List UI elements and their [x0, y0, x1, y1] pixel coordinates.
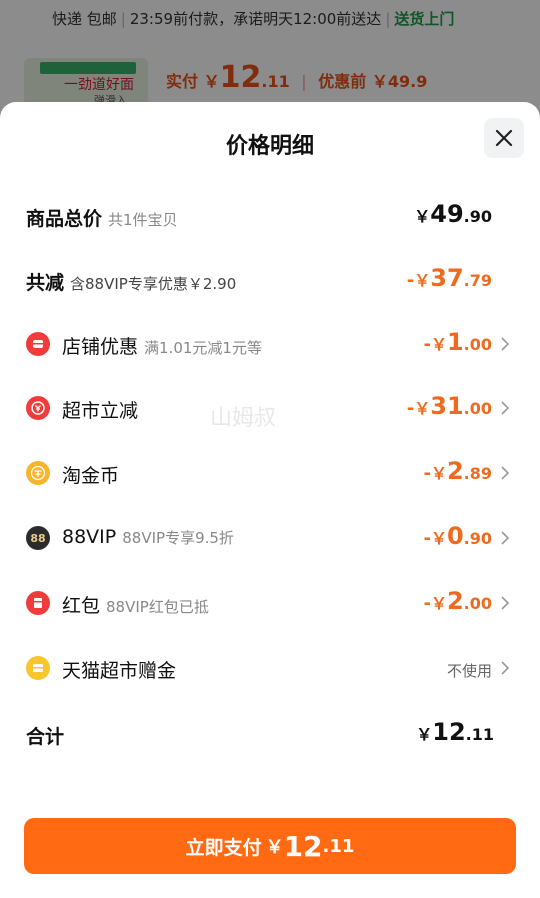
row-shop-discount[interactable]: 店铺优惠 满1.01元减1元等 -￥1.00: [0, 324, 540, 364]
vip-label: 88VIP 88VIP专享9.5折: [62, 526, 234, 548]
vip-sub: 88VIP专享9.5折: [122, 529, 234, 547]
row-88vip[interactable]: 88 88VIP 88VIP专享9.5折 -￥0.90: [0, 518, 540, 558]
row-red-packet[interactable]: 红包 88VIP红包已抵 -￥2.00: [0, 583, 540, 623]
minus: -: [423, 593, 431, 614]
taojin-label: 淘金币: [62, 465, 120, 487]
redpacket-label: 红包 88VIP红包已抵: [62, 591, 209, 618]
label-text: 红包: [62, 595, 101, 617]
amount-int: 12: [432, 718, 466, 746]
row-taojin-coins[interactable]: 淘金币 -￥2.89: [0, 453, 540, 493]
sum-amount: ￥12.11: [416, 718, 494, 746]
currency: ￥: [414, 207, 431, 226]
price-detail-sheet: 价格明细 山姆叔 商品总价 共1件宝贝 ￥49.90 共减 含88VIP专享优惠￥2…: [0, 102, 540, 898]
minus: -: [423, 334, 431, 355]
row-gift-balance[interactable]: 天猫超市赠金 不使用: [0, 648, 540, 688]
amount-int: 37: [430, 264, 464, 292]
sheet-title: 价格明细: [225, 134, 314, 159]
amount-dec: .90: [463, 207, 492, 226]
pay-label: 立即支付: [185, 836, 262, 859]
amount-dec: .79: [463, 271, 492, 290]
gift-status: 不使用: [446, 662, 492, 680]
sum-label: 合计: [26, 726, 65, 748]
chevron-right-icon: [501, 466, 510, 480]
reduction-sub: 含88VIP专享优惠￥2.90: [70, 275, 237, 293]
currency: ￥: [430, 594, 447, 613]
row-supermarket-discount[interactable]: 超市立减 -￥31.00: [0, 388, 540, 428]
label-text: 88VIP: [62, 526, 117, 548]
total-amount: ￥49.90: [414, 200, 492, 228]
reduction-label: 共减 含88VIP专享优惠￥2.90: [26, 268, 236, 295]
amount-int: 31: [430, 392, 464, 420]
currency: ￥: [430, 529, 447, 548]
currency: ￥: [265, 837, 284, 858]
amount-dec: .11: [465, 725, 494, 744]
chevron-right-icon: [501, 661, 510, 675]
shop-amount: -￥1.00: [423, 328, 492, 356]
total-label: 商品总价 共1件宝贝: [26, 204, 178, 231]
supermarket-label: 超市立减: [62, 400, 139, 422]
amount-dec: .00: [463, 594, 492, 613]
coupon-icon: [26, 396, 50, 420]
pay-now-button[interactable]: 立即支付 ￥ 12.11: [24, 818, 516, 874]
taojin-amount: -￥2.89: [423, 457, 492, 485]
vip-icon-text: 88: [30, 531, 46, 545]
redpacket-sub: 88VIP红包已抵: [106, 598, 209, 616]
close-icon: [495, 129, 513, 147]
amount-int: 49: [430, 200, 464, 228]
supermarket-amount: -￥31.00: [407, 392, 492, 420]
label-text: 商品总价: [26, 208, 103, 230]
chevron-right-icon: [501, 401, 510, 415]
coin-icon: [26, 461, 50, 485]
minus: -: [423, 528, 431, 549]
label-text: 共减: [26, 272, 65, 294]
gift-label: 天猫超市赠金: [62, 660, 177, 682]
currency: ￥: [414, 399, 431, 418]
reduction-amount: -￥37.79: [407, 264, 492, 292]
amount-dec: .00: [463, 399, 492, 418]
currency: ￥: [430, 335, 447, 354]
amount-dec: .11: [322, 835, 355, 857]
total-sub: 共1件宝贝: [108, 211, 178, 229]
close-button[interactable]: [484, 118, 524, 158]
gift-card-icon: [26, 656, 50, 680]
amount-int: 2: [446, 587, 464, 615]
amount-int: 1: [446, 328, 464, 356]
shop-label: 店铺优惠 满1.01元减1元等: [62, 332, 262, 359]
amount-dec: .90: [463, 529, 492, 548]
currency: ￥: [416, 725, 433, 744]
row-sum: 合计 ￥12.11: [0, 714, 540, 754]
shop-icon: [26, 332, 50, 356]
chevron-right-icon: [501, 596, 510, 610]
currency: ￥: [414, 271, 431, 290]
redpacket-amount: -￥2.00: [423, 587, 492, 615]
chevron-right-icon: [501, 337, 510, 351]
amount-int: 0: [446, 522, 464, 550]
amount-dec: .89: [463, 464, 492, 483]
amount-dec: .00: [463, 335, 492, 354]
amount-int: 12: [283, 829, 323, 863]
row-total: 商品总价 共1件宝贝 ￥49.90: [0, 196, 540, 236]
vip-amount: -￥0.90: [423, 522, 492, 550]
minus: -: [423, 463, 431, 484]
label-text: 店铺优惠: [62, 336, 139, 358]
currency: ￥: [430, 464, 447, 483]
88vip-icon: 88: [26, 526, 50, 550]
amount-int: 2: [446, 457, 464, 485]
chevron-right-icon: [501, 531, 510, 545]
red-packet-icon: [26, 591, 50, 615]
shop-sub: 满1.01元减1元等: [144, 339, 262, 357]
row-reduction: 共减 含88VIP专享优惠￥2.90 -￥37.79: [0, 260, 540, 300]
